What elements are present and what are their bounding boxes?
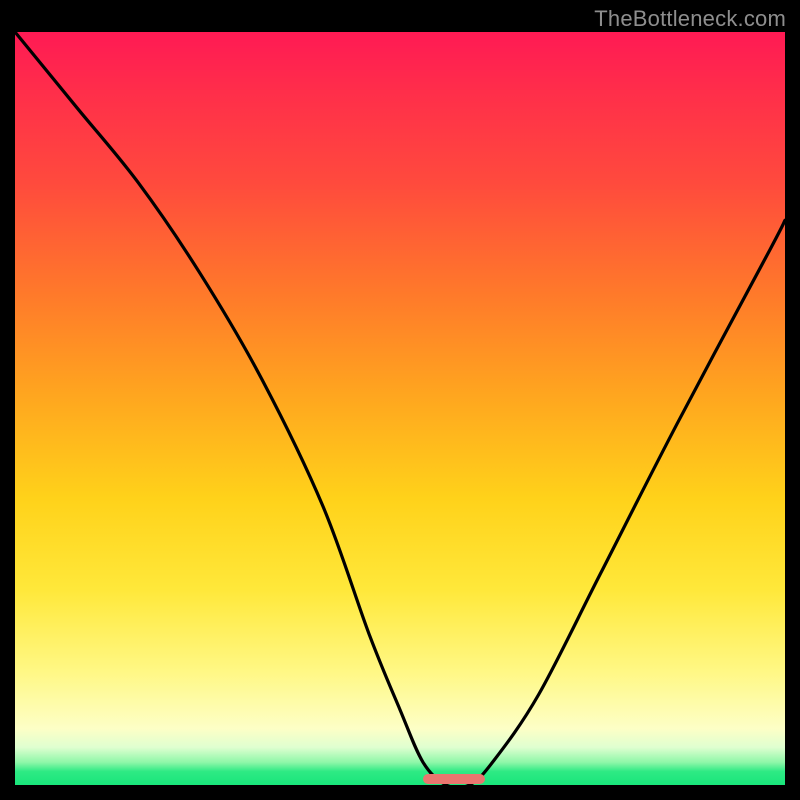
optimal-range-marker	[423, 774, 485, 784]
chart-frame: TheBottleneck.com	[0, 0, 800, 800]
plot-area	[15, 32, 785, 785]
watermark-text: TheBottleneck.com	[594, 6, 786, 32]
bottleneck-curve	[15, 32, 785, 785]
